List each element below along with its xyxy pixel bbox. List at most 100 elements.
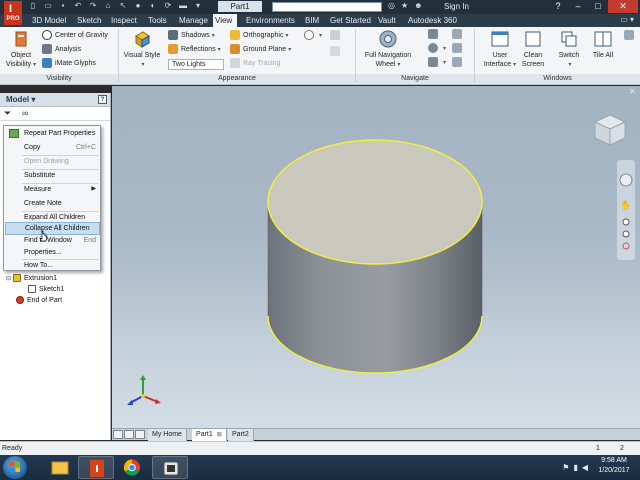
undo-icon[interactable]: ↶ (73, 1, 83, 11)
appearance-section-button[interactable] (330, 46, 343, 58)
media-taskbar-button[interactable] (152, 456, 188, 479)
material-icon[interactable]: ◐ (148, 1, 158, 11)
binoculars-icon[interactable]: ◎ (388, 1, 395, 10)
tab-view[interactable]: View (213, 14, 237, 27)
chrome-taskbar-button[interactable] (114, 456, 150, 479)
tile-vertical-icon[interactable] (124, 430, 134, 439)
full-navigation-wheel-button[interactable]: Full Navigation Wheel ▾ (360, 29, 416, 70)
imate-glyphs-button[interactable]: iMate Glyphs (42, 58, 96, 70)
minimize-icon[interactable]: – (568, 0, 588, 13)
orthographic-button[interactable]: Orthographic ▾ (230, 30, 288, 42)
browser-header[interactable]: Model ▾ ? (0, 93, 110, 107)
select-icon[interactable]: ↖ (118, 1, 128, 11)
menu-item-copy[interactable]: Copy Ctrl+C (5, 141, 100, 154)
tab-manage[interactable]: Manage (177, 14, 210, 27)
clean-screen-button[interactable]: Clean Screen (520, 29, 546, 69)
ribbon-options-icon[interactable]: ▭ ▾ (620, 15, 634, 24)
home-icon[interactable]: ⌂ (103, 1, 113, 11)
measure-icon[interactable]: ▬ (178, 1, 188, 11)
close-icon[interactable]: ✕ (608, 0, 638, 13)
menu-item-properties[interactable]: Properties... (5, 246, 100, 259)
open-icon[interactable]: ▭ (43, 1, 53, 11)
ray-tracing-button[interactable]: Ray Tracing (230, 58, 280, 70)
volume-icon[interactable]: ◀ (582, 463, 588, 472)
windows-more-button[interactable] (624, 30, 637, 42)
search-input[interactable] (272, 2, 382, 12)
tile-all-button[interactable]: Tile All (588, 29, 618, 60)
inventor-icon: I (90, 460, 104, 477)
menu-item-how-to[interactable]: How To... (5, 259, 100, 272)
new-icon[interactable]: ▯ (28, 1, 38, 11)
menu-item-label: Expand All Children (24, 214, 86, 221)
tile-horizontal-icon[interactable] (113, 430, 123, 439)
menu-item-measure[interactable]: Measure ▶ (5, 183, 100, 196)
start-button[interactable] (3, 456, 27, 479)
tab-layout-controls (113, 430, 145, 439)
analysis-button[interactable]: Analysis (42, 44, 81, 56)
visual-style-button[interactable]: Visual Style ▾ (121, 29, 163, 70)
color-override-button[interactable]: ▾ (304, 30, 322, 42)
save-icon[interactable]: ▪ (58, 1, 68, 11)
home-view-button[interactable] (452, 57, 465, 69)
binoculars-icon[interactable]: ∞ (22, 108, 28, 118)
user-interface-button[interactable]: User Interface ▾ (480, 29, 520, 70)
tab-part1[interactable]: Part1 ⊠ (192, 429, 227, 441)
view-face-button[interactable] (452, 43, 465, 55)
appearance-icon[interactable]: ● (133, 1, 143, 11)
update-icon[interactable]: ⟳ (163, 1, 173, 11)
filter-icon[interactable]: ⏷ (4, 108, 11, 119)
look-at-icon (452, 29, 462, 40)
customize-icon[interactable]: ▾ (193, 1, 203, 11)
tab-environments[interactable]: Environments (244, 14, 297, 27)
zoom-button[interactable]: ▾ (428, 43, 446, 55)
menu-item-create-note[interactable]: Create Note (5, 197, 100, 210)
center-of-gravity-button[interactable]: Center of Gravity (42, 30, 108, 42)
network-icon[interactable]: ▮ (573, 463, 577, 472)
tab-vault[interactable]: Vault (376, 14, 398, 27)
inventor-taskbar-button[interactable]: I (78, 456, 114, 479)
cylinder-model[interactable] (112, 86, 640, 428)
file-explorer-taskbar-button[interactable] (42, 456, 78, 479)
graphics-viewport[interactable]: ✕ ✋ (112, 86, 640, 428)
application-menu-button[interactable]: I PRO (4, 1, 22, 25)
tab-inspect[interactable]: Inspect (109, 14, 139, 27)
menu-item-repeat-part-properties[interactable]: Repeat Part Properties (5, 127, 100, 140)
tree-item-sketch1[interactable]: Sketch1 (28, 284, 64, 295)
expand-icon[interactable]: ⊟ (6, 276, 11, 282)
ground-plane-button[interactable]: Ground Plane ▾ (230, 44, 291, 56)
pan-button[interactable] (428, 29, 441, 41)
clock[interactable]: 9:58 AM 1/20/2017 (592, 456, 636, 476)
tab-tools[interactable]: Tools (146, 14, 169, 27)
ground-plane-icon (230, 44, 240, 55)
close-icon[interactable]: ⊠ (217, 432, 222, 438)
menu-item-substitute[interactable]: Substitute (5, 169, 100, 182)
browser-help-button[interactable]: ? (98, 95, 107, 104)
sign-in-button[interactable]: Sign In (444, 1, 469, 13)
help-icon[interactable]: ? (548, 0, 568, 13)
orbit-button[interactable]: ▾ (428, 57, 446, 69)
flag-icon[interactable]: ⚑ (562, 463, 569, 472)
tab-sketch[interactable]: Sketch (75, 14, 103, 27)
menu-item-open-drawing[interactable]: Open Drawing (5, 155, 100, 168)
tree-item-end-of-part[interactable]: End of Part (16, 295, 62, 306)
favorites-icon[interactable]: ★ (401, 1, 408, 10)
object-visibility-button[interactable]: Object Visibility ▾ (4, 29, 38, 70)
lighting-style-select[interactable]: Two Lights (168, 59, 224, 70)
tab-get-started[interactable]: Get Started (328, 14, 373, 27)
user-icon[interactable]: ☻ (414, 1, 422, 10)
viewcube-icon[interactable] (592, 112, 628, 148)
reflections-button[interactable]: Reflections ▾ (168, 44, 221, 56)
appearance-extra-button[interactable] (330, 30, 343, 42)
switch-button[interactable]: Switch ▾ (554, 29, 584, 70)
maximize-icon[interactable]: □ (588, 0, 608, 13)
redo-icon[interactable]: ↷ (88, 1, 98, 11)
tab-part2[interactable]: Part2 (228, 429, 254, 441)
tab-autodesk-360[interactable]: Autodesk 360 (406, 14, 459, 27)
tab-bim[interactable]: BIM (303, 14, 321, 27)
tab-3d-model[interactable]: 3D Model (30, 14, 68, 27)
tab-my-home[interactable]: My Home (148, 429, 187, 441)
shadows-button[interactable]: Shadows ▾ (168, 30, 215, 42)
tree-item-extrusion1[interactable]: ⊟ Extrusion1 (6, 273, 57, 284)
document-menu-icon[interactable] (135, 430, 145, 439)
look-at-button[interactable] (452, 29, 465, 41)
